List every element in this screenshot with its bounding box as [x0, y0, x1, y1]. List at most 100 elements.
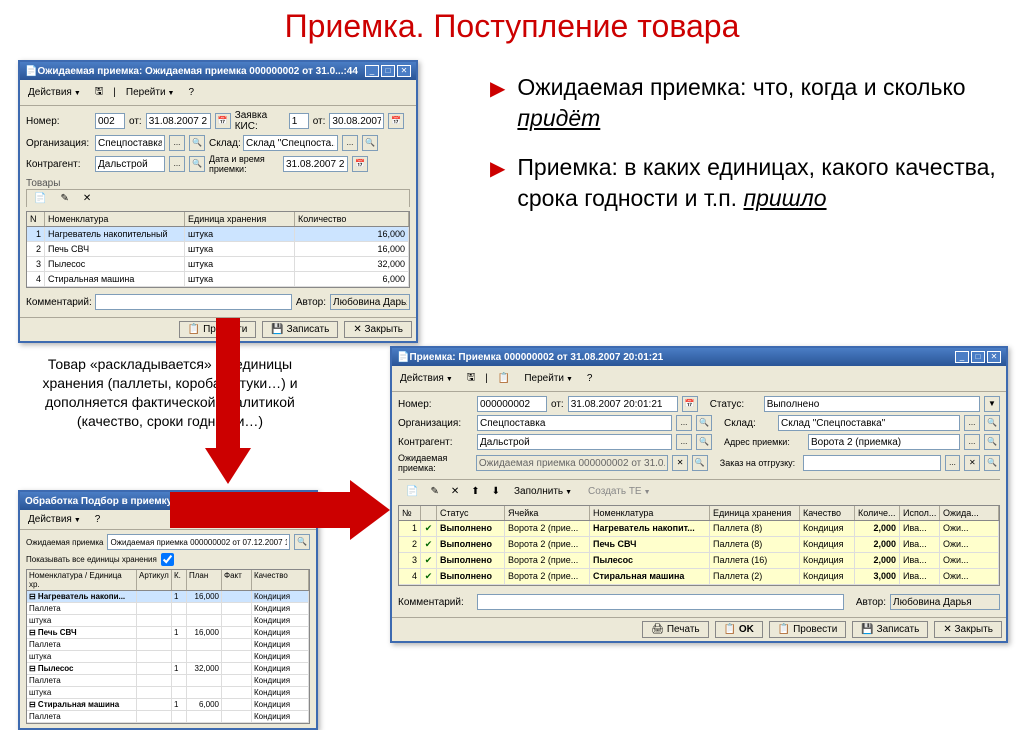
table-row[interactable]: ⊟ Печь СВЧ116,000Кондиция [27, 627, 309, 639]
actions-menu[interactable]: Действия▼ [24, 512, 85, 527]
titlebar[interactable]: 📄 Приемка: Приемка 000000002 от 31.08.20… [392, 348, 1006, 366]
maximize-button[interactable]: □ [381, 65, 395, 77]
col-exec[interactable]: Испол... [900, 506, 940, 520]
help-icon[interactable]: ? [184, 85, 198, 100]
comment-input[interactable] [95, 294, 292, 310]
toolbar-icon[interactable]: 📋 [494, 371, 514, 386]
search-icon[interactable]: 🔍 [362, 135, 378, 151]
col-qty[interactable]: Количе... [855, 506, 900, 520]
search-icon[interactable]: 🔍 [696, 434, 712, 450]
select-icon[interactable]: ... [676, 434, 692, 450]
select-icon[interactable]: ... [676, 415, 692, 431]
provesti-button[interactable]: 📋 Провести [769, 621, 846, 638]
goto-menu[interactable]: Перейти▼ [122, 85, 179, 100]
table-row[interactable]: 2Печь СВЧштука16,000 [27, 242, 409, 257]
search-icon[interactable]: 🔍 [696, 415, 712, 431]
contr-input[interactable] [95, 156, 165, 172]
table-row[interactable]: штукаКондиция [27, 615, 309, 627]
number-input[interactable] [477, 396, 547, 412]
date-input[interactable] [146, 113, 211, 129]
close-button[interactable]: ✕ Закрыть [344, 321, 412, 338]
table-row[interactable]: ПаллетаКондиция [27, 639, 309, 651]
select-icon[interactable]: ... [342, 135, 358, 151]
show-checkbox[interactable] [161, 553, 174, 566]
col-check[interactable] [421, 506, 437, 520]
zapisat-button[interactable]: 💾 Записать [852, 621, 928, 638]
col-status[interactable]: Статус [437, 506, 505, 520]
receipt-grid[interactable]: № Статус Ячейка Номенклатура Единица хра… [398, 505, 1000, 586]
maximize-button[interactable]: □ [971, 351, 985, 363]
goods-grid[interactable]: N Номенклатура Единица хранения Количест… [26, 211, 410, 288]
minimize-button[interactable]: _ [955, 351, 969, 363]
search-icon[interactable]: 🔍 [189, 156, 205, 172]
goto-menu[interactable]: Перейти▼ [520, 371, 577, 386]
search-icon[interactable]: 🔍 [984, 455, 1000, 471]
col-plan[interactable]: План [187, 570, 222, 590]
col-qty[interactable]: Количество [295, 212, 409, 226]
table-row[interactable]: 2✔ВыполненоВорота 2 (прие...Печь СВЧПалл… [399, 537, 999, 553]
number-input[interactable] [95, 113, 125, 129]
grid-tb-icon[interactable]: ⬇ [488, 484, 504, 499]
select-icon[interactable]: ... [169, 135, 185, 151]
grid-toolbar-icon[interactable]: ✎ [56, 191, 72, 206]
col-unit[interactable]: Единица хранения [710, 506, 800, 520]
clear-icon[interactable]: ✕ [964, 455, 980, 471]
sklad-input[interactable] [243, 135, 338, 151]
col-n[interactable]: № [399, 506, 421, 520]
tree-grid[interactable]: Номенклатура / Единица хр. Артикул К. Пл… [26, 569, 310, 724]
fill-tab[interactable]: Заполнить▼ [508, 484, 578, 499]
calendar-icon[interactable]: 📅 [682, 396, 698, 412]
date-input[interactable] [568, 396, 678, 412]
comment-input[interactable] [477, 594, 844, 610]
actions-menu[interactable]: Действия▼ [396, 371, 457, 386]
toolbar-icon[interactable]: 🖫 [463, 368, 480, 389]
table-row[interactable]: штукаКондиция [27, 687, 309, 699]
col-qual[interactable]: Качество [800, 506, 855, 520]
table-row[interactable]: 4✔ВыполненоВорота 2 (прие...Стиральная м… [399, 569, 999, 585]
table-row[interactable]: ⊟ Пылесос132,000Кондиция [27, 663, 309, 675]
search-icon[interactable]: 🔍 [692, 455, 708, 471]
table-row[interactable]: 3Пылесосштука32,000 [27, 257, 409, 272]
help-icon[interactable]: ? [583, 371, 597, 386]
select-icon[interactable]: ... [169, 156, 185, 172]
select-icon[interactable]: ... [964, 434, 980, 450]
kis-input[interactable] [289, 113, 309, 129]
col-nomen[interactable]: Номенклатура [45, 212, 185, 226]
actions-menu[interactable]: Действия▼ [24, 85, 85, 100]
col-nomen[interactable]: Номенклатура / Единица хр. [27, 570, 137, 590]
grid-tb-icon[interactable]: ✕ [447, 484, 463, 499]
col-cell[interactable]: Ячейка [505, 506, 590, 520]
select-icon[interactable]: ... [945, 455, 961, 471]
col-fact[interactable]: Факт [222, 570, 252, 590]
col-nomen[interactable]: Номенклатура [590, 506, 710, 520]
search-icon[interactable]: 🔍 [189, 135, 205, 151]
col-exp[interactable]: Ожида... [940, 506, 999, 520]
calendar-icon[interactable]: 📅 [388, 113, 404, 129]
close-button[interactable]: ✕ [397, 65, 411, 77]
grid-tb-icon[interactable]: ⬆ [467, 484, 483, 499]
col-unit[interactable]: Единица хранения [185, 212, 295, 226]
org-input[interactable] [95, 135, 165, 151]
org-input[interactable] [477, 415, 672, 431]
help-icon[interactable]: ? [91, 512, 105, 527]
table-row[interactable]: 1Нагреватель накопительныйштука16,000 [27, 227, 409, 242]
col-n[interactable]: N [27, 212, 45, 226]
table-row[interactable]: 4Стиральная машинаштука6,000 [27, 272, 409, 287]
select-icon[interactable]: ... [964, 415, 980, 431]
toolbar-icon[interactable]: 🖫 [91, 82, 108, 103]
calendar-icon[interactable]: 📅 [352, 156, 368, 172]
col-k[interactable]: К. [172, 570, 187, 590]
ok-button[interactable]: 📋 OK [715, 621, 763, 638]
sklad-input[interactable] [778, 415, 960, 431]
grid-tb-icon[interactable]: 📄 [402, 484, 422, 499]
create-te-tab[interactable]: Создать ТЕ▼ [582, 484, 657, 499]
close-button[interactable]: ✕ [987, 351, 1001, 363]
clear-icon[interactable]: ✕ [672, 455, 688, 471]
search-icon[interactable]: 🔍 [984, 434, 1000, 450]
close-button[interactable]: ✕ Закрыть [934, 621, 1002, 638]
col-art[interactable]: Артикул [137, 570, 172, 590]
addr-input[interactable] [808, 434, 960, 450]
recv-input[interactable] [283, 156, 348, 172]
minimize-button[interactable]: _ [365, 65, 379, 77]
table-row[interactable]: ПаллетаКондиция [27, 603, 309, 615]
